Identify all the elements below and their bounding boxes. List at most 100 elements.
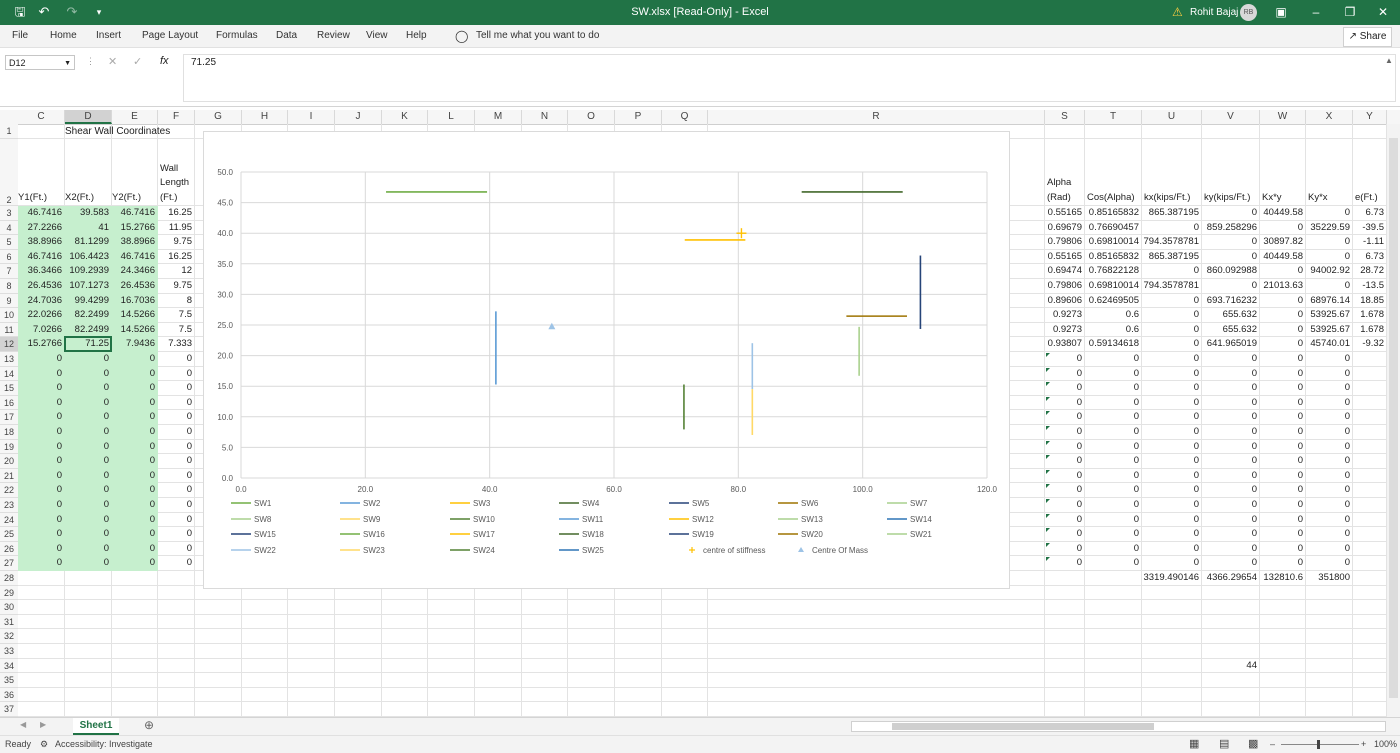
- avatar[interactable]: RB: [1240, 4, 1257, 21]
- tab-help[interactable]: Help: [406, 25, 427, 47]
- column-header-m[interactable]: M: [475, 110, 522, 124]
- column-header-p[interactable]: P: [615, 110, 662, 124]
- restore-icon[interactable]: ❐: [1333, 0, 1367, 25]
- column-header-r[interactable]: R: [708, 110, 1045, 124]
- chevron-down-icon[interactable]: ▼: [64, 56, 71, 71]
- column-header-o[interactable]: O: [568, 110, 615, 124]
- sheet-tab[interactable]: Sheet1: [73, 718, 119, 735]
- column-header-d[interactable]: D: [65, 110, 112, 124]
- row-header-29[interactable]: 29: [0, 585, 18, 601]
- new-sheet-icon[interactable]: ⊕: [144, 718, 154, 732]
- share-button[interactable]: ↗ Share: [1343, 27, 1392, 47]
- minimize-icon[interactable]: –: [1299, 0, 1333, 25]
- row-header-33[interactable]: 33: [0, 644, 18, 659]
- row-header-25[interactable]: 25: [0, 527, 18, 542]
- row-header-34[interactable]: 34: [0, 658, 18, 674]
- enter-icon[interactable]: ✓: [133, 55, 142, 68]
- row-header-9[interactable]: 9: [0, 293, 18, 309]
- tab-home[interactable]: Home: [50, 25, 77, 47]
- row-header-18[interactable]: 18: [0, 425, 18, 440]
- row-header-3[interactable]: 3: [0, 206, 18, 221]
- column-header-j[interactable]: J: [335, 110, 382, 124]
- vertical-scrollbar[interactable]: [1387, 124, 1400, 717]
- row-header-26[interactable]: 26: [0, 541, 18, 557]
- column-header-f[interactable]: F: [158, 110, 195, 124]
- accessibility-status[interactable]: Accessibility: Investigate: [55, 736, 153, 753]
- row-header-12[interactable]: 12: [0, 337, 18, 352]
- column-header-s[interactable]: S: [1045, 110, 1085, 124]
- close-icon[interactable]: ✕: [1366, 0, 1400, 25]
- insert-function-icon[interactable]: fx: [160, 55, 169, 67]
- column-header-c[interactable]: C: [18, 110, 65, 124]
- expand-formula-bar-icon[interactable]: ▲: [1385, 56, 1393, 65]
- vertical-scroll-thumb[interactable]: [1389, 138, 1398, 698]
- name-box[interactable]: D12 ▼: [5, 55, 75, 70]
- row-header-36[interactable]: 36: [0, 687, 18, 703]
- page-break-view-icon[interactable]: ▩: [1248, 736, 1258, 753]
- zoom-out-icon[interactable]: –: [1270, 736, 1275, 753]
- zoom-slider-thumb[interactable]: [1317, 740, 1320, 749]
- row-header-13[interactable]: 13: [0, 352, 18, 367]
- ribbon-display-options-icon[interactable]: ▣: [1264, 0, 1298, 25]
- row-header-27[interactable]: 27: [0, 556, 18, 571]
- tab-view[interactable]: View: [366, 25, 388, 47]
- row-header-19[interactable]: 19: [0, 439, 18, 455]
- row-header-7[interactable]: 7: [0, 264, 18, 279]
- tell-me-search[interactable]: Tell me what you want to do: [476, 25, 599, 47]
- row-header-15[interactable]: 15: [0, 381, 18, 396]
- row-header-23[interactable]: 23: [0, 498, 18, 513]
- row-header-16[interactable]: 16: [0, 395, 18, 411]
- page-layout-view-icon[interactable]: ▤: [1219, 736, 1229, 753]
- column-header-v[interactable]: V: [1202, 110, 1260, 124]
- column-header-w[interactable]: W: [1260, 110, 1306, 124]
- row-header-32[interactable]: 32: [0, 629, 18, 644]
- row-header-22[interactable]: 22: [0, 483, 18, 498]
- column-header-g[interactable]: G: [195, 110, 242, 124]
- row-header-30[interactable]: 30: [0, 600, 18, 615]
- tab-data[interactable]: Data: [276, 25, 297, 47]
- zoom-slider[interactable]: [1281, 744, 1359, 745]
- column-header-h[interactable]: H: [242, 110, 288, 124]
- tab-page-layout[interactable]: Page Layout: [142, 25, 198, 47]
- tab-file[interactable]: File: [12, 25, 28, 47]
- cancel-icon[interactable]: ✕: [108, 55, 117, 68]
- zoom-level[interactable]: 100%: [1374, 736, 1397, 753]
- horizontal-scrollbar[interactable]: [851, 721, 1386, 732]
- column-header-e[interactable]: E: [112, 110, 158, 124]
- row-header-14[interactable]: 14: [0, 366, 18, 382]
- column-header-x[interactable]: X: [1306, 110, 1353, 124]
- row-header-20[interactable]: 20: [0, 454, 18, 469]
- row-header-11[interactable]: 11: [0, 322, 18, 338]
- scatter-chart[interactable]: 0.0 5.0 10.0 15.0 20.0 25.0 30.0 35.0 40.0 45.0 50…: [203, 131, 1010, 589]
- zoom-in-icon[interactable]: +: [1361, 736, 1366, 753]
- row-header-35[interactable]: 35: [0, 673, 18, 688]
- row-header-4[interactable]: 4: [0, 220, 18, 236]
- formula-input[interactable]: [183, 54, 1396, 102]
- row-header-31[interactable]: 31: [0, 614, 18, 630]
- row-header-6[interactable]: 6: [0, 249, 18, 265]
- column-header-q[interactable]: Q: [662, 110, 708, 124]
- row-header-5[interactable]: 5: [0, 235, 18, 250]
- row-header-2[interactable]: 2: [0, 139, 18, 206]
- tab-insert[interactable]: Insert: [96, 25, 121, 47]
- column-header-t[interactable]: T: [1085, 110, 1142, 124]
- row-header-28[interactable]: 28: [0, 571, 18, 586]
- row-header-8[interactable]: 8: [0, 279, 18, 294]
- user-name[interactable]: Rohit Bajaj: [1190, 0, 1238, 25]
- row-header-37[interactable]: 37: [0, 702, 18, 717]
- column-header-u[interactable]: U: [1142, 110, 1202, 124]
- scroll-tabs-right-icon[interactable]: ▶: [40, 720, 46, 729]
- normal-view-icon[interactable]: ▦: [1189, 736, 1199, 753]
- row-header-1[interactable]: 1: [0, 124, 18, 139]
- column-header-n[interactable]: N: [522, 110, 568, 124]
- scroll-tabs-left-icon[interactable]: ◀: [20, 720, 26, 729]
- column-header-l[interactable]: L: [428, 110, 475, 124]
- row-header-10[interactable]: 10: [0, 308, 18, 323]
- tab-formulas[interactable]: Formulas: [216, 25, 258, 47]
- row-header-17[interactable]: 17: [0, 410, 18, 425]
- column-header-y[interactable]: Y: [1353, 110, 1387, 124]
- tab-review[interactable]: Review: [317, 25, 350, 47]
- column-header-k[interactable]: K: [382, 110, 428, 124]
- row-header-21[interactable]: 21: [0, 468, 18, 484]
- horizontal-scroll-thumb[interactable]: [892, 723, 1154, 730]
